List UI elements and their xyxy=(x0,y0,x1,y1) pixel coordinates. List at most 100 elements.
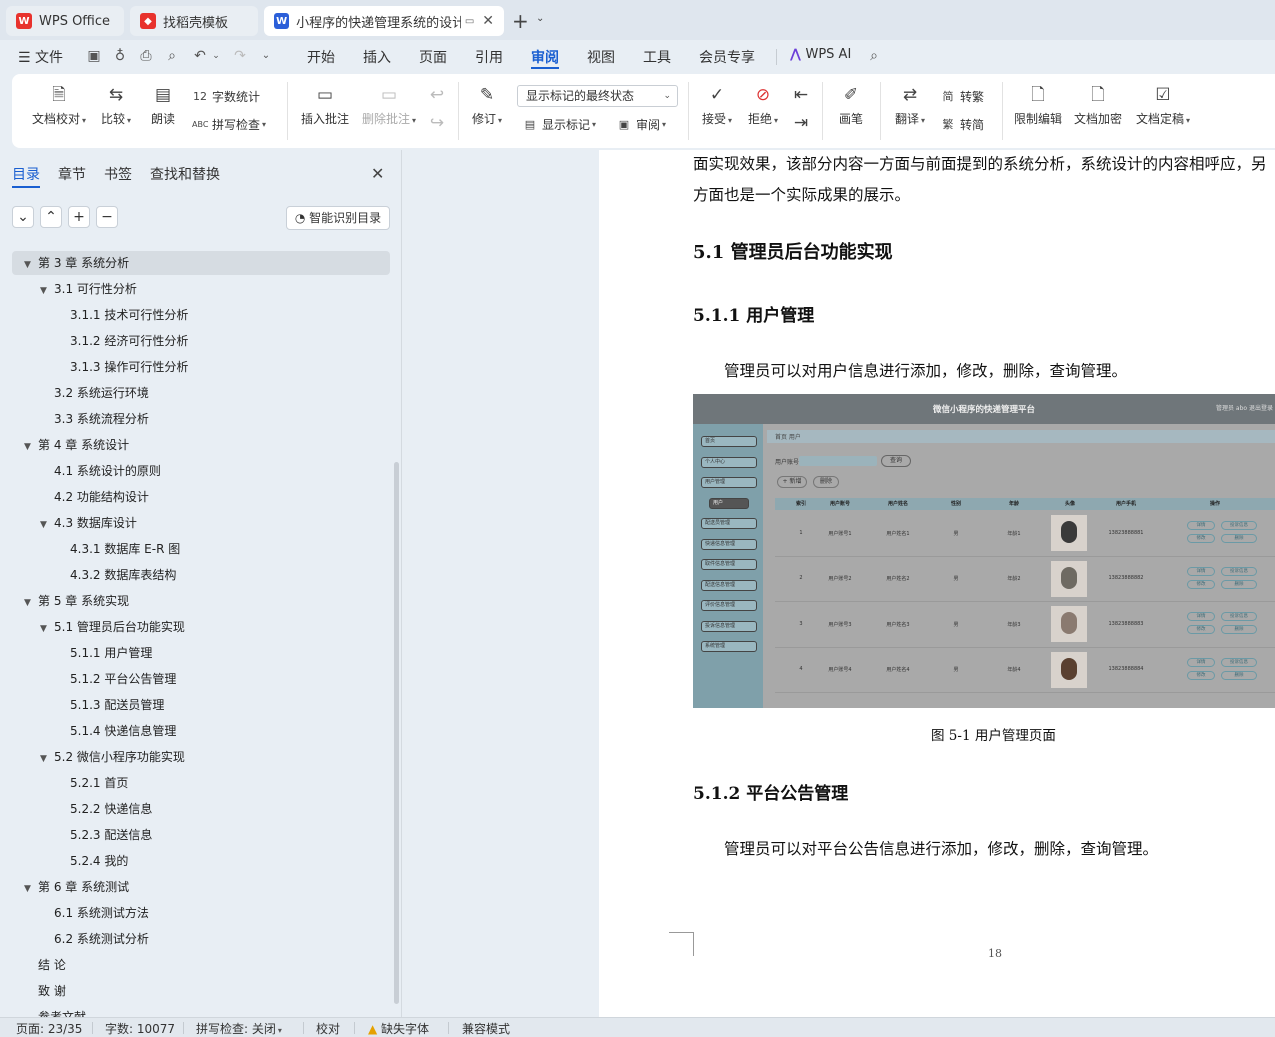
expand-triangle-icon[interactable]: ▼ xyxy=(40,513,54,537)
panel-tab-bookmarks[interactable]: 书签 xyxy=(104,164,132,184)
toc-item[interactable]: ▼ 第 3 章 系统分析 xyxy=(24,251,129,275)
toc-item[interactable]: 5.1.1 用户管理 xyxy=(56,641,152,665)
revise-button[interactable]: ✎ 修订 ▾ xyxy=(468,84,506,127)
panel-scrollbar[interactable] xyxy=(394,462,399,1004)
panel-tab-sections[interactable]: 章节 xyxy=(58,164,86,184)
toc-item[interactable]: 4.2 功能结构设计 xyxy=(40,485,149,509)
expand-triangle-icon[interactable]: ▼ xyxy=(40,617,54,641)
menu-tab-page[interactable]: 页面 xyxy=(419,47,447,67)
next-comment-button[interactable]: ↪ xyxy=(426,112,448,138)
accept-button[interactable]: ✓ 接受 ▾ xyxy=(698,84,736,127)
word-count-button[interactable]: 12 字数统计 xyxy=(192,88,260,105)
print-icon[interactable]: ⎙ xyxy=(136,46,156,66)
toc-item[interactable]: 5.2.3 配送信息 xyxy=(56,823,152,847)
expand-triangle-icon[interactable]: ▼ xyxy=(24,877,38,901)
toc-item[interactable]: 5.1.2 平台公告管理 xyxy=(56,667,176,691)
smart-toc-button[interactable]: ◔ 智能识别目录 xyxy=(286,206,390,230)
chevron-down-icon[interactable]: ⌄ xyxy=(536,13,544,24)
toc-item[interactable]: 致 谢 xyxy=(24,979,66,1003)
save-icon[interactable]: ▣ xyxy=(84,46,104,66)
tab-docer-templates[interactable]: ◆ 找稻壳模板 xyxy=(130,6,258,36)
next-change-button[interactable]: ⇥ xyxy=(790,112,812,138)
expand-triangle-icon[interactable]: ▼ xyxy=(40,747,54,771)
tab-wps-office[interactable]: W WPS Office xyxy=(6,6,124,36)
panel-tab-toc[interactable]: 目录 xyxy=(12,164,40,184)
toc-item[interactable]: 3.2 系统运行环境 xyxy=(40,381,149,405)
add-heading-icon[interactable]: + xyxy=(68,206,90,228)
spell-check-toggle[interactable]: 拼写检查: 关闭 ▾ xyxy=(196,1020,282,1037)
read-aloud-button[interactable]: ▤ 朗读 xyxy=(146,84,180,127)
spell-check-button[interactable]: ABC 拼写检查 ▾ xyxy=(192,116,266,133)
toc-item[interactable]: 参考文献 xyxy=(24,1005,86,1017)
tools-icon[interactable]: ♁ xyxy=(110,46,130,66)
to-traditional-button[interactable]: 简转繁 xyxy=(940,88,985,105)
close-panel-icon[interactable]: ✕ xyxy=(371,164,384,183)
expand-up-icon[interactable]: ⌃ xyxy=(40,206,62,228)
prev-change-button[interactable]: ⇤ xyxy=(790,84,812,110)
toc-item[interactable]: 5.1.4 快递信息管理 xyxy=(56,719,176,743)
undo-dropdown-icon[interactable]: ⌄ xyxy=(206,46,226,66)
document-page[interactable]: 面实现效果，该部分内容一方面与前面提到的系统分析，系统设计的内容相呼应，另 方面… xyxy=(599,150,1275,1017)
print-preview-icon[interactable]: ⌕ xyxy=(162,46,182,66)
toc-item[interactable]: 3.1.3 操作可行性分析 xyxy=(56,355,188,379)
toc-item[interactable]: 5.2.1 首页 xyxy=(56,771,128,795)
review-pane-button[interactable]: ▣ 审阅 ▾ xyxy=(616,116,666,133)
doc-finalize-button[interactable]: ☑ 文档定稿 ▾ xyxy=(1132,84,1194,127)
toc-item[interactable]: 6.2 系统测试分析 xyxy=(40,927,149,951)
collapse-icon[interactable]: ⌄ xyxy=(12,206,34,228)
toc-item[interactable]: 3.1.1 技术可行性分析 xyxy=(56,303,188,327)
wps-ai-button[interactable]: ⋀ WPS AI xyxy=(790,47,851,62)
expand-triangle-icon[interactable]: ▼ xyxy=(40,279,54,303)
toc-item[interactable]: 3.1.2 经济可行性分析 xyxy=(56,329,188,353)
reject-button[interactable]: ⊘ 拒绝 ▾ xyxy=(744,84,782,127)
panel-tab-find-replace[interactable]: 查找和替换 xyxy=(150,164,220,184)
prev-comment-button[interactable]: ↩ xyxy=(426,84,448,110)
menu-tab-insert[interactable]: 插入 xyxy=(363,47,391,67)
toc-item[interactable]: 6.1 系统测试方法 xyxy=(40,901,149,925)
close-tab-icon[interactable]: ✕ xyxy=(482,13,494,29)
doc-check-button[interactable]: 🗎 文档校对 ▾ xyxy=(28,84,90,127)
show-markup-button[interactable]: ▤ 显示标记 ▾ xyxy=(522,116,596,133)
word-count-indicator[interactable]: 字数: 10077 xyxy=(105,1020,175,1037)
expand-triangle-icon[interactable]: ▼ xyxy=(24,435,38,459)
toc-item[interactable]: ▼ 5.2 微信小程序功能实现 xyxy=(40,745,185,769)
toc-item[interactable]: 结 论 xyxy=(24,953,66,977)
toc-item[interactable]: 5.2.2 快递信息 xyxy=(56,797,152,821)
compare-button[interactable]: ⇆ 比较 ▾ xyxy=(96,84,136,127)
more-dropdown-icon[interactable]: ⌄ xyxy=(256,46,276,66)
search-icon[interactable]: ⌕ xyxy=(864,46,884,66)
toc-item[interactable]: ▼ 3.1 可行性分析 xyxy=(40,277,137,301)
expand-triangle-icon[interactable]: ▼ xyxy=(24,591,38,615)
menu-tab-view[interactable]: 视图 xyxy=(587,47,615,67)
toc-item[interactable]: ▼ 5.1 管理员后台功能实现 xyxy=(40,615,185,639)
toc-item[interactable]: 3.3 系统流程分析 xyxy=(40,407,149,431)
new-tab-button[interactable]: + xyxy=(512,9,529,33)
toc-item[interactable]: 4.1 系统设计的原则 xyxy=(40,459,161,483)
menu-tab-tools[interactable]: 工具 xyxy=(643,47,671,67)
toc-item[interactable]: 4.3.2 数据库表结构 xyxy=(56,563,176,587)
to-simplified-button[interactable]: 繁转简 xyxy=(940,116,985,133)
menu-tab-references[interactable]: 引用 xyxy=(475,47,503,67)
markup-state-select[interactable]: 显示标记的最终状态 ⌄ xyxy=(517,85,678,107)
missing-font-button[interactable]: ▲ 缺失字体 xyxy=(368,1020,429,1037)
toc-item[interactable]: ▼ 4.3 数据库设计 xyxy=(40,511,137,535)
doc-encrypt-button[interactable]: 🗋 文档加密 xyxy=(1072,84,1124,127)
menu-tab-review[interactable]: 审阅 xyxy=(531,47,559,67)
toc-item[interactable]: ▼ 第 5 章 系统实现 xyxy=(24,589,129,613)
toc-item[interactable]: 5.2.4 我的 xyxy=(56,849,128,873)
redo-icon[interactable]: ↷ xyxy=(230,46,250,66)
toc-item[interactable]: 5.1.3 配送员管理 xyxy=(56,693,164,717)
pen-button[interactable]: ✐ 画笔 xyxy=(832,84,870,127)
toc-item[interactable]: 4.3.1 数据库 E-R 图 xyxy=(56,537,180,561)
file-menu[interactable]: ☰ 文件 xyxy=(18,47,63,67)
proofread-button[interactable]: 校对 xyxy=(316,1020,340,1037)
toc-item[interactable]: ▼ 第 4 章 系统设计 xyxy=(24,433,129,457)
menu-tab-home[interactable]: 开始 xyxy=(307,47,335,67)
expand-triangle-icon[interactable]: ▼ xyxy=(24,253,38,277)
toc-item[interactable]: ▼ 第 6 章 系统测试 xyxy=(24,875,129,899)
remove-heading-icon[interactable]: − xyxy=(96,206,118,228)
menu-tab-member[interactable]: 会员专享 xyxy=(699,47,755,67)
page-indicator[interactable]: 页面: 23/35 xyxy=(16,1020,82,1037)
translate-button[interactable]: ⇄ 翻译 ▾ xyxy=(890,84,930,127)
insert-comment-button[interactable]: ▭ 插入批注 xyxy=(298,84,352,127)
